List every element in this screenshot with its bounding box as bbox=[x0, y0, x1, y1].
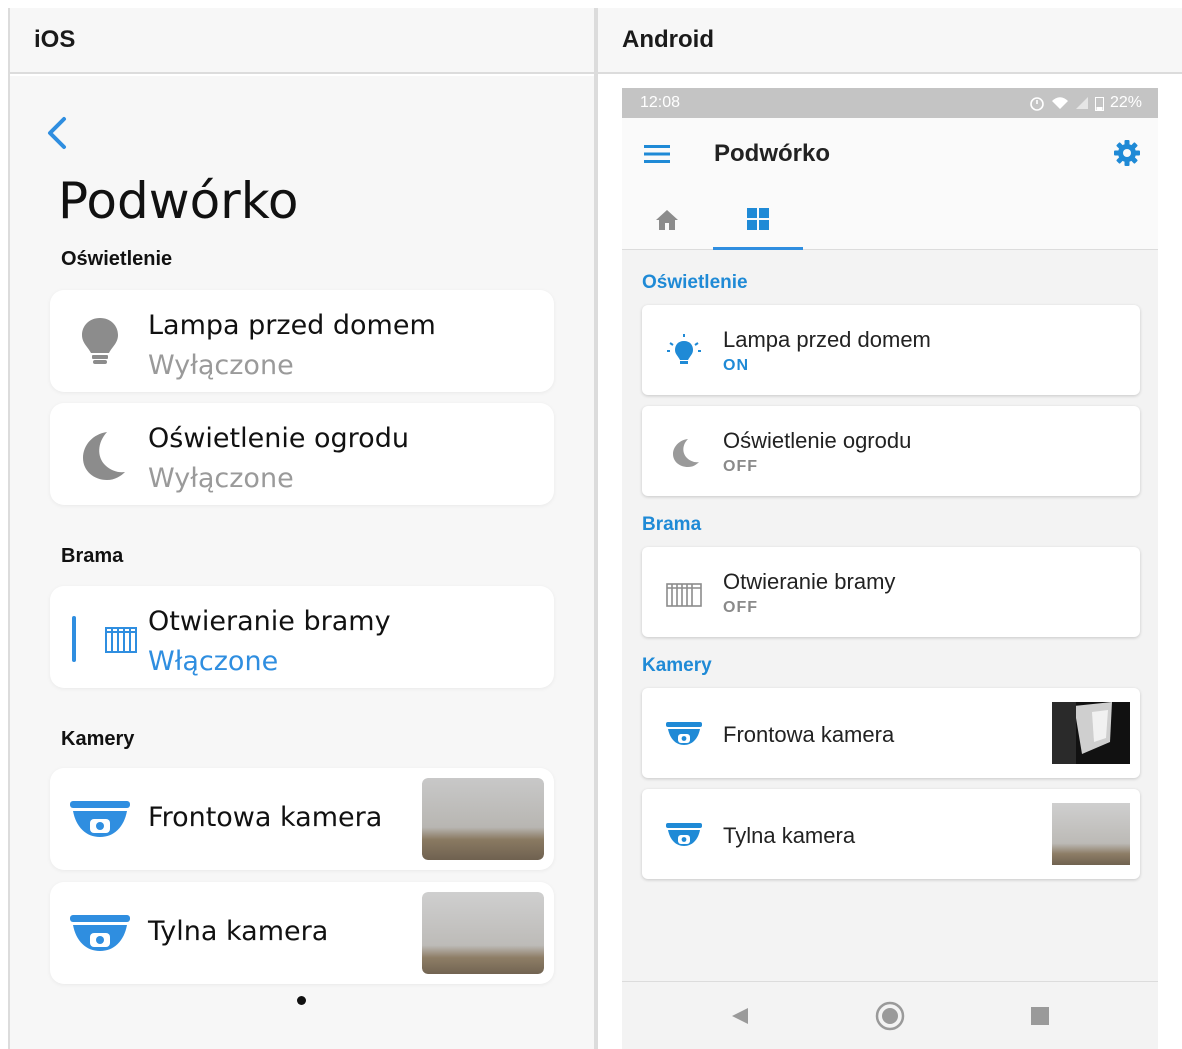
gate-icon bbox=[90, 608, 154, 668]
device-name: Otwieranie bramy bbox=[148, 606, 391, 637]
device-card-rear-camera[interactable]: Tylna kamera bbox=[642, 789, 1140, 879]
home-icon bbox=[656, 210, 678, 230]
tab-bar bbox=[622, 190, 1158, 250]
device-card-front-camera[interactable]: Frontowa kamera bbox=[642, 688, 1140, 778]
system-nav-bar bbox=[622, 981, 1158, 1049]
camera-icon bbox=[662, 712, 706, 756]
camera-thumbnail[interactable] bbox=[422, 778, 544, 860]
section-lighting: Oświetlenie bbox=[642, 272, 748, 293]
device-card-garden[interactable]: Oświetlenie ogrodu Wyłączone bbox=[50, 403, 554, 505]
page-title: Podwórko bbox=[58, 172, 299, 230]
device-card-front-camera[interactable]: Frontowa kamera bbox=[50, 768, 554, 870]
device-name: Frontowa kamera bbox=[723, 722, 895, 747]
app-bar: Podwórko bbox=[622, 118, 1158, 190]
device-card-rear-camera[interactable]: Tylna kamera bbox=[50, 882, 554, 984]
device-state: OFF bbox=[723, 599, 758, 616]
section-cameras: Kamery bbox=[61, 728, 135, 750]
android-screen: 12:08 22% Podwórko Oświetlenie Lampa prz… bbox=[622, 88, 1158, 1049]
nav-home-icon[interactable] bbox=[874, 1000, 906, 1032]
nav-back-icon[interactable] bbox=[724, 1000, 756, 1032]
device-name: Frontowa kamera bbox=[148, 802, 383, 833]
device-name: Otwieranie bramy bbox=[723, 569, 896, 594]
device-state: Wyłączone bbox=[148, 350, 294, 381]
device-name: Tylna kamera bbox=[723, 823, 856, 848]
status-bar: 12:08 22% bbox=[622, 88, 1158, 118]
lightbulb-on-icon bbox=[662, 329, 706, 373]
moon-icon bbox=[662, 430, 706, 474]
ios-column-header: iOS bbox=[10, 8, 594, 74]
page-title: Podwórko bbox=[714, 140, 831, 167]
nav-recents-icon[interactable] bbox=[1024, 1000, 1056, 1032]
active-indicator bbox=[72, 616, 76, 662]
status-icons: 22% bbox=[1029, 94, 1142, 112]
device-card-lamp[interactable]: Lampa przed domem ON bbox=[642, 305, 1140, 395]
device-state: OFF bbox=[723, 458, 758, 475]
section-cameras: Kamery bbox=[642, 655, 712, 676]
camera-icon bbox=[662, 813, 706, 857]
ios-screen: Podwórko Oświetlenie Lampa przed domem W… bbox=[10, 76, 594, 1049]
device-name: Oświetlenie ogrodu bbox=[148, 423, 409, 454]
wifi-icon bbox=[1051, 97, 1068, 109]
camera-thumbnail[interactable] bbox=[1052, 803, 1130, 865]
signal-icon bbox=[1075, 97, 1088, 109]
device-card-lamp[interactable]: Lampa przed domem Wyłączone bbox=[50, 290, 554, 392]
camera-icon bbox=[68, 790, 132, 850]
tab-grid[interactable] bbox=[713, 190, 803, 250]
section-gate: Brama bbox=[61, 545, 124, 567]
android-column-header: Android bbox=[598, 8, 1182, 74]
device-card-gate[interactable]: Otwieranie bramy Włączone bbox=[50, 586, 554, 688]
gate-icon bbox=[662, 571, 706, 615]
camera-icon bbox=[68, 904, 132, 964]
gear-icon[interactable] bbox=[1112, 138, 1142, 168]
device-name: Tylna kamera bbox=[148, 916, 329, 947]
section-lighting: Oświetlenie bbox=[61, 248, 173, 270]
device-card-garden[interactable]: Oświetlenie ogrodu OFF bbox=[642, 406, 1140, 496]
back-chevron-icon[interactable] bbox=[46, 116, 68, 150]
hamburger-menu-icon[interactable] bbox=[644, 144, 670, 164]
device-state: Wyłączone bbox=[148, 463, 294, 494]
device-name: Lampa przed domem bbox=[723, 327, 931, 352]
device-name: Lampa przed domem bbox=[148, 310, 436, 341]
section-gate: Brama bbox=[642, 514, 702, 535]
tab-home[interactable] bbox=[622, 190, 712, 250]
camera-thumbnail[interactable] bbox=[422, 892, 544, 974]
page-indicator-dot bbox=[297, 996, 306, 1005]
column-divider bbox=[594, 8, 598, 1049]
lightbulb-icon bbox=[68, 312, 132, 372]
grid-icon bbox=[747, 207, 769, 230]
battery-percent: 22% bbox=[1109, 94, 1142, 111]
device-state: ON bbox=[723, 357, 749, 374]
status-time: 12:08 bbox=[640, 94, 681, 111]
device-name: Oświetlenie ogrodu bbox=[723, 428, 912, 453]
moon-icon bbox=[68, 425, 132, 485]
alarm-icon bbox=[1030, 97, 1044, 111]
device-state: Włączone bbox=[148, 646, 279, 677]
device-card-gate[interactable]: Otwieranie bramy OFF bbox=[642, 547, 1140, 637]
battery-icon bbox=[1094, 96, 1104, 111]
camera-thumbnail[interactable] bbox=[1052, 702, 1130, 764]
